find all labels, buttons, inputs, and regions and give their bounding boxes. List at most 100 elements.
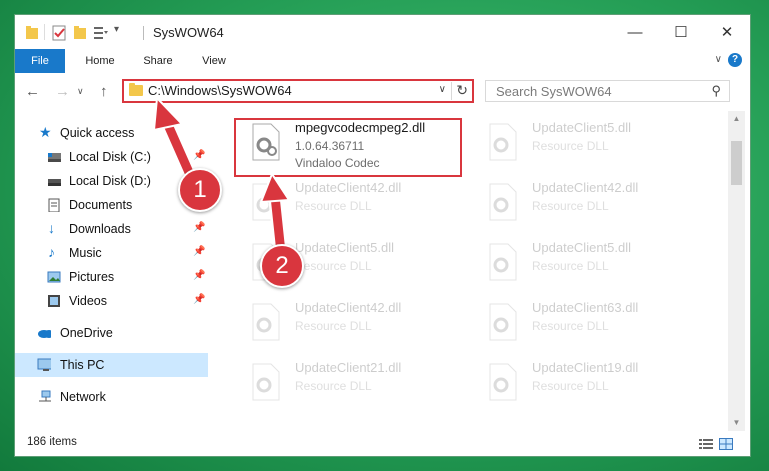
tab-share[interactable]: Share xyxy=(135,49,181,73)
properties-icon[interactable] xyxy=(51,25,67,41)
nav-label: Quick access xyxy=(60,126,135,140)
step-1-badge: 1 xyxy=(178,168,222,212)
window-title: SysWOW64 xyxy=(153,25,224,40)
network-icon xyxy=(39,390,51,402)
details-view-icon[interactable] xyxy=(699,438,713,450)
chevron-down-icon[interactable]: ∨ xyxy=(439,84,446,95)
file-item[interactable]: UpdateClient19.dll Resource DLL xyxy=(480,355,710,415)
scroll-thumb[interactable] xyxy=(731,141,742,185)
star-icon: ★ xyxy=(39,124,52,140)
scroll-down-icon[interactable]: ▼ xyxy=(728,415,745,431)
nav-label: Pictures xyxy=(69,270,115,284)
file-name: UpdateClient42.dll xyxy=(532,180,639,195)
file-description: Resource DLL xyxy=(532,259,609,273)
folder-icon xyxy=(26,26,38,39)
file-description: Resource DLL xyxy=(532,139,609,153)
nav-label: Local Disk (D:) xyxy=(69,174,151,188)
tab-view[interactable]: View xyxy=(191,49,237,73)
nav-label: This PC xyxy=(60,358,105,372)
address-path[interactable]: C:\Windows\SysWOW64 xyxy=(148,83,292,98)
nav-item-videos[interactable]: Videos 📌 xyxy=(15,289,208,313)
recent-dropdown-icon[interactable]: ∨ xyxy=(77,86,84,97)
nav-item-music[interactable]: ♪ Music 📌 xyxy=(15,241,208,265)
ribbon-tabs: File Home Share View ∨ ? xyxy=(15,49,750,109)
file-description: Resource DLL xyxy=(295,379,372,393)
large-icons-view-icon[interactable] xyxy=(719,438,733,450)
nav-label: OneDrive xyxy=(60,326,113,340)
file-description: Resource DLL xyxy=(532,379,609,393)
file-item[interactable]: UpdateClient42.dll Resource DLL xyxy=(243,295,473,355)
file-item[interactable]: UpdateClient42.dll Resource DLL xyxy=(480,175,710,235)
file-description: Resource DLL xyxy=(532,319,609,333)
dll-file-icon xyxy=(252,303,280,341)
search-placeholder: Search SysWOW64 xyxy=(496,84,612,99)
nav-item-network[interactable]: Network xyxy=(15,385,208,409)
back-arrow-icon[interactable]: ← xyxy=(25,83,40,100)
new-folder-icon[interactable] xyxy=(73,25,87,41)
nav-item-onedrive[interactable]: OneDrive xyxy=(15,321,208,345)
file-description: Resource DLL xyxy=(295,259,372,273)
pin-icon[interactable]: 📌 xyxy=(193,246,205,257)
file-highlight-box xyxy=(234,118,462,177)
forward-arrow-icon[interactable]: → xyxy=(55,83,70,100)
title-bar: ▾ SysWOW64 — ☐ ✕ xyxy=(15,15,750,49)
help-icon[interactable]: ? xyxy=(728,53,742,67)
file-name: UpdateClient5.dll xyxy=(532,120,632,135)
file-item[interactable]: UpdateClient21.dll Resource DLL xyxy=(243,355,473,415)
navigation-bar: ← → ∨ ↑ C:\Windows\SysWOW64 ∨ ↻ Search S… xyxy=(15,73,750,111)
pin-icon[interactable]: 📌 xyxy=(193,294,205,305)
documents-icon xyxy=(48,198,60,212)
expand-ribbon-icon[interactable]: ∨ xyxy=(715,54,722,65)
close-button[interactable]: ✕ xyxy=(704,15,750,49)
file-item[interactable]: UpdateClient63.dll Resource DLL xyxy=(480,295,710,355)
step-2-badge: 2 xyxy=(260,244,304,288)
nav-label: Documents xyxy=(69,198,133,212)
refresh-icon[interactable]: ↻ xyxy=(456,82,468,99)
address-bar[interactable]: C:\Windows\SysWOW64 ∨ ↻ xyxy=(122,79,474,103)
file-name: UpdateClient5.dll xyxy=(532,240,632,255)
file-name: UpdateClient63.dll xyxy=(532,300,639,315)
scroll-up-icon[interactable]: ▲ xyxy=(728,111,745,127)
nav-label: Downloads xyxy=(69,222,131,236)
dll-file-icon xyxy=(489,303,517,341)
dll-file-icon xyxy=(252,183,280,221)
item-count: 186 items xyxy=(27,436,77,448)
pin-icon[interactable]: 📌 xyxy=(193,222,205,233)
file-item[interactable]: UpdateClient42.dll Resource DLL xyxy=(243,175,473,235)
search-icon[interactable]: ⚲ xyxy=(711,83,721,99)
downloads-icon: ↓ xyxy=(48,220,55,236)
file-name: UpdateClient21.dll xyxy=(295,360,402,375)
tab-home[interactable]: Home xyxy=(77,49,123,73)
onedrive-icon xyxy=(38,330,51,338)
explorer-window: ▾ SysWOW64 — ☐ ✕ File Home Share View ∨ … xyxy=(15,15,750,456)
nav-label: Music xyxy=(69,246,102,260)
dll-file-icon xyxy=(252,363,280,401)
up-arrow-icon[interactable]: ↑ xyxy=(100,83,108,100)
nav-item-quick-access[interactable]: ★ Quick access xyxy=(15,121,208,145)
vertical-scrollbar[interactable]: ▲ ▼ xyxy=(728,111,745,431)
nav-item-this-pc[interactable]: This PC xyxy=(15,353,208,377)
folder-icon xyxy=(129,83,143,96)
status-bar: 186 items xyxy=(15,431,750,456)
qa-dropdown-icon[interactable]: ▾ xyxy=(114,24,119,35)
nav-label: Videos xyxy=(69,294,107,308)
nav-label: Network xyxy=(60,390,106,404)
address-divider xyxy=(451,82,452,100)
music-icon: ♪ xyxy=(48,244,55,260)
file-item[interactable]: UpdateClient5.dll Resource DLL xyxy=(480,115,710,175)
file-name: UpdateClient19.dll xyxy=(532,360,639,375)
pin-icon[interactable]: 📌 xyxy=(193,150,205,161)
nav-item-local-disk-c[interactable]: Local Disk (C:) 📌 xyxy=(15,145,208,169)
search-input[interactable]: Search SysWOW64 ⚲ xyxy=(485,80,730,102)
file-description: Resource DLL xyxy=(295,199,372,213)
file-description: Resource DLL xyxy=(295,319,372,333)
nav-label: Local Disk (C:) xyxy=(69,150,151,164)
customize-qa-icon[interactable] xyxy=(93,25,109,41)
pin-icon[interactable]: 📌 xyxy=(193,270,205,281)
nav-item-downloads[interactable]: ↓ Downloads 📌 xyxy=(15,217,208,241)
minimize-button[interactable]: — xyxy=(612,15,658,49)
maximize-button[interactable]: ☐ xyxy=(658,15,704,49)
dll-file-icon xyxy=(489,123,517,161)
file-item[interactable]: UpdateClient5.dll Resource DLL xyxy=(480,235,710,295)
nav-item-pictures[interactable]: Pictures 📌 xyxy=(15,265,208,289)
